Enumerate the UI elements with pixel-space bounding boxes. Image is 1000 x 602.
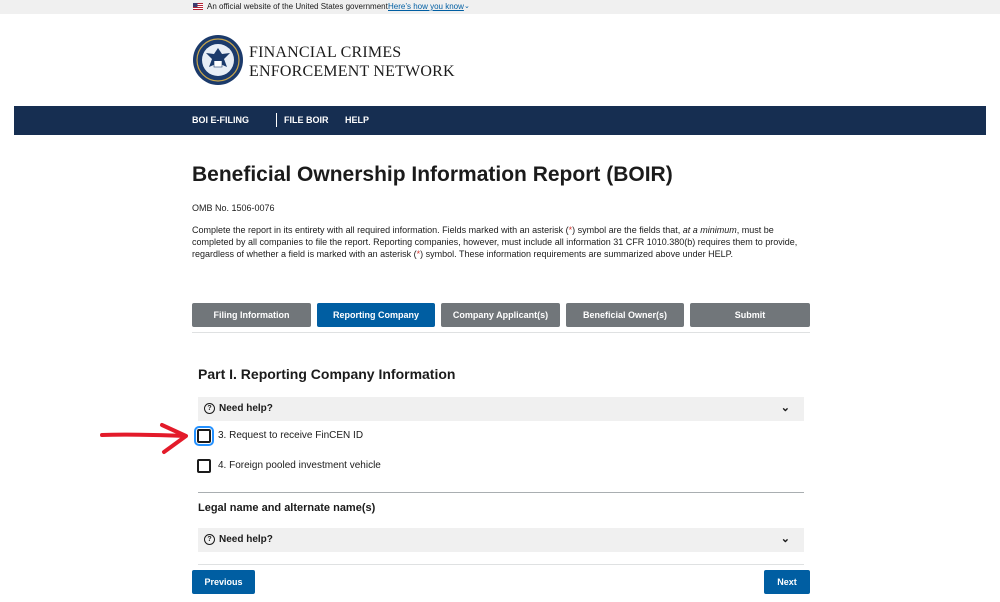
red-arrow-annotation — [100, 423, 188, 454]
chevron-down-icon[interactable]: ⌄ — [781, 401, 790, 414]
arrow-head — [160, 423, 188, 454]
form-bottom-divider — [198, 564, 804, 565]
need-help-label: Need help? — [219, 534, 273, 545]
chevron-down-icon[interactable]: ⌄ — [781, 532, 790, 545]
gov-banner-text: An official website of the United States… — [207, 2, 388, 11]
step-submit[interactable]: Submit — [690, 303, 810, 327]
fincen-seal-logo[interactable] — [192, 34, 244, 86]
agency-name-line1: FINANCIAL CRIMES — [249, 44, 402, 61]
main-nav: BOI E-FILING FILE BOIR HELP — [14, 106, 986, 135]
intro-part-a: Complete the report in its entirety with… — [192, 225, 569, 235]
nav-boi-efiling[interactable]: BOI E-FILING — [192, 115, 249, 125]
heres-how-you-know-link[interactable]: Here’s how you know — [388, 2, 464, 11]
foreign-pooled-vehicle-label[interactable]: 4. Foreign pooled investment vehicle — [218, 460, 381, 471]
agency-name-line2: ENFORCEMENT NETWORK — [249, 63, 455, 80]
section-divider — [198, 492, 804, 493]
question-circle-icon: ? — [204, 534, 215, 545]
legal-name-title: Legal name and alternate name(s) — [198, 502, 376, 514]
step-reporting-company[interactable]: Reporting Company — [317, 303, 435, 327]
step-beneficial-owners[interactable]: Beneficial Owner(s) — [566, 303, 684, 327]
previous-button[interactable]: Previous — [192, 570, 255, 594]
gov-banner: An official website of the United States… — [0, 0, 1000, 14]
intro-text: Complete the report in its entirety with… — [192, 224, 812, 260]
need-help-accordion[interactable]: ? Need help? ⌄ — [198, 397, 804, 421]
nav-help[interactable]: HELP — [345, 115, 369, 125]
nav-separator — [276, 113, 277, 127]
omb-number: OMB No. 1506-0076 — [192, 203, 275, 213]
step-navigation: Filing Information Reporting Company Com… — [192, 303, 810, 327]
us-flag-icon — [193, 3, 203, 10]
arrow-shaft — [100, 432, 186, 438]
intro-part-b: ) symbol are the fields that, — [572, 225, 683, 235]
intro-part-d: ) symbol. These information requirements… — [420, 249, 733, 259]
foreign-pooled-vehicle-checkbox[interactable] — [197, 459, 211, 473]
step-filing-information[interactable]: Filing Information — [192, 303, 311, 327]
agency-name: FINANCIAL CRIMES ENFORCEMENT NETWORK — [249, 43, 455, 81]
need-help-label: Need help? — [219, 403, 273, 414]
step-company-applicants[interactable]: Company Applicant(s) — [441, 303, 560, 327]
part1-title: Part I. Reporting Company Information — [198, 366, 456, 382]
question-circle-icon: ? — [204, 403, 215, 414]
next-button[interactable]: Next — [764, 570, 810, 594]
intro-emphasis: at a minimum — [682, 225, 737, 235]
nav-file-boir[interactable]: FILE BOIR — [284, 115, 329, 125]
steps-divider — [192, 332, 810, 333]
page-title: Beneficial Ownership Information Report … — [192, 163, 673, 186]
need-help-accordion-legal[interactable]: ? Need help? ⌄ — [198, 528, 804, 552]
chevron-down-icon[interactable]: ⌄ — [464, 2, 470, 10]
request-fincen-id-checkbox[interactable] — [194, 426, 214, 446]
request-fincen-id-label[interactable]: 3. Request to receive FinCEN ID — [218, 430, 363, 441]
